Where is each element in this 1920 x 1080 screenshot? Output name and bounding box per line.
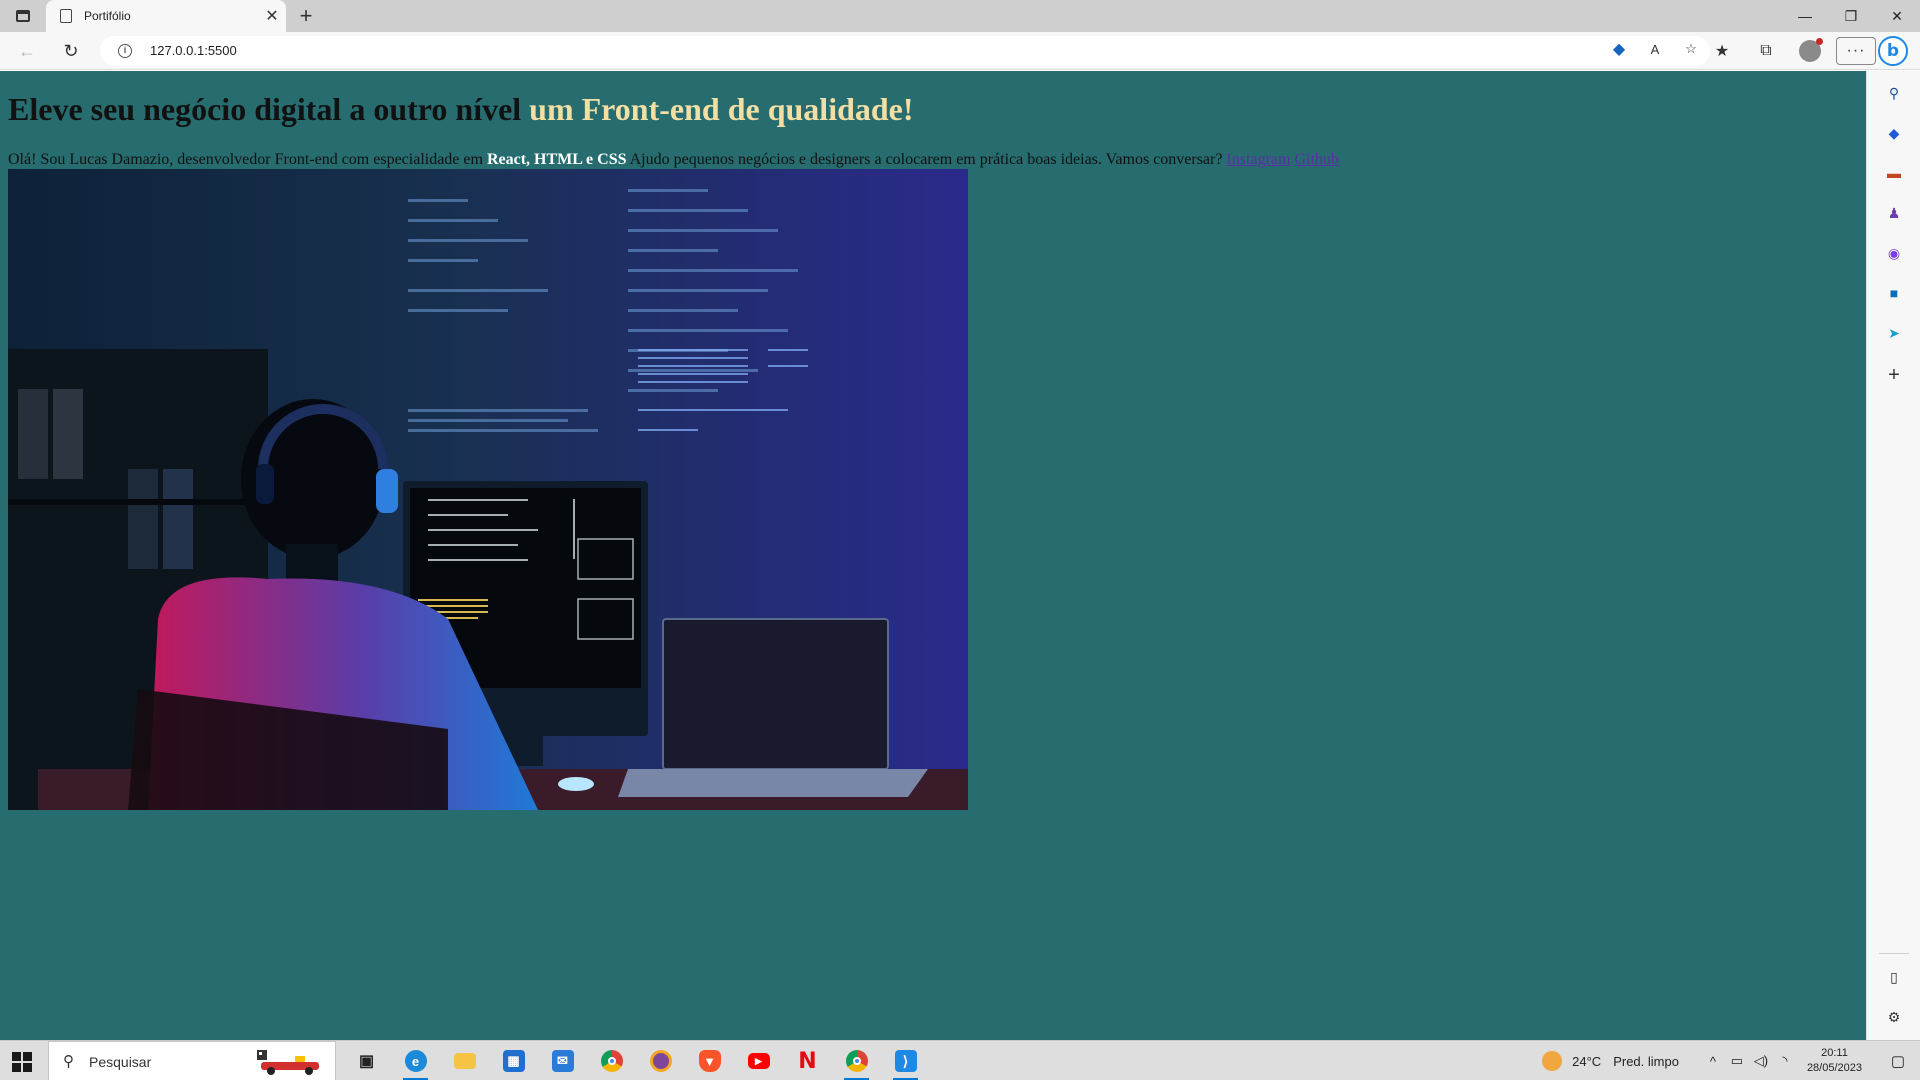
taskbar-search[interactable]: ⚲ Pesquisar xyxy=(48,1041,336,1080)
intro-skills: React, HTML e CSS xyxy=(486,151,627,168)
hero-image-developer xyxy=(8,169,968,810)
minimize-button[interactable]: — xyxy=(1782,0,1828,32)
toolbox-icon[interactable]: ▬ xyxy=(1884,163,1904,183)
wifi-icon[interactable]: ◝ xyxy=(1773,1053,1797,1069)
intro-text-start: Olá! Sou Lucas Damazio, desenvolvedor Fr… xyxy=(8,151,483,168)
intro-paragraph: Olá! Sou Lucas Damazio, desenvolvedor Fr… xyxy=(8,151,1339,169)
volume-icon[interactable]: ◁) xyxy=(1749,1053,1773,1069)
github-link[interactable]: Github xyxy=(1294,151,1338,168)
outlook-icon[interactable]: ■ xyxy=(1884,283,1904,303)
headline-accent: um Front-end de qualidade! xyxy=(529,91,914,127)
start-button[interactable] xyxy=(12,1052,32,1072)
file-explorer-icon[interactable] xyxy=(440,1041,489,1080)
profile-button[interactable] xyxy=(1788,37,1832,65)
add-favorite-icon[interactable]: ☆ xyxy=(1682,40,1700,58)
instagram-link[interactable]: Instagram xyxy=(1226,151,1290,168)
clock-time: 20:11 xyxy=(1821,1047,1848,1059)
search-icon: ⚲ xyxy=(63,1053,74,1070)
brave-icon[interactable]: ▼ xyxy=(685,1041,734,1080)
chevron-up-icon[interactable]: ^ xyxy=(1701,1054,1725,1069)
info-icon[interactable]: i xyxy=(118,44,132,58)
address-bar[interactable]: i 127.0.0.1:5500 ◆ A ☆ xyxy=(100,36,1710,66)
bing-chat-icon[interactable]: b xyxy=(1878,36,1908,66)
new-tab-button[interactable]: + xyxy=(292,2,320,30)
store-icon[interactable]: ▦ xyxy=(489,1041,538,1080)
edge-icon[interactable]: e xyxy=(391,1041,440,1080)
send-icon[interactable]: ➤ xyxy=(1884,323,1904,343)
weather-widget[interactable]: 24°C Pred. limpo xyxy=(1542,1051,1679,1071)
tab-actions-icon xyxy=(16,10,30,22)
refresh-button[interactable]: ↻ xyxy=(56,37,86,65)
tab-actions-button[interactable] xyxy=(10,4,36,28)
tor-icon[interactable] xyxy=(636,1041,685,1080)
settings-icon[interactable]: ⚙ xyxy=(1884,1007,1904,1027)
headline-main: Eleve seu negócio digital a outro nível xyxy=(8,91,522,127)
intro-text-end: Ajudo pequenos negócios e designers a co… xyxy=(629,151,1223,168)
page-headline: Eleve seu negócio digital a outro nível … xyxy=(8,91,914,128)
meet-now-icon[interactable]: ▭ xyxy=(1725,1053,1749,1069)
browser-tabstrip: Portifólio ✕ + — ❐ ✕ xyxy=(0,0,1920,32)
weather-moon-icon xyxy=(1542,1051,1563,1071)
games-icon[interactable]: ♟ xyxy=(1884,203,1904,223)
edge-sidebar: ⚲ ◆ ▬ ♟ ◉ ■ ➤ + ▯ ⚙ xyxy=(1866,71,1920,1040)
page-icon xyxy=(60,9,72,23)
browser-toolbar: ← ↻ i 127.0.0.1:5500 ◆ A ☆ ★ ⧉ ··· xyxy=(0,32,1920,70)
search-doodle-icon xyxy=(257,1050,319,1075)
shopping-tag-icon[interactable]: ◆ xyxy=(1610,40,1628,58)
window-controls: — ❐ ✕ xyxy=(1782,0,1920,32)
close-window-button[interactable]: ✕ xyxy=(1874,0,1920,32)
tag-icon[interactable]: ◆ xyxy=(1884,123,1904,143)
system-tray: 24°C Pred. limpo ^ ▭ ◁) ◝ 20:11 28/05/20… xyxy=(1542,1041,1920,1080)
weather-description: Pred. limpo xyxy=(1613,1053,1679,1069)
task-view-icon[interactable]: ▣ xyxy=(342,1041,391,1080)
read-aloud-icon[interactable]: A xyxy=(1646,40,1664,58)
more-options-button[interactable]: ··· xyxy=(1836,37,1876,65)
tab-title: Portifólio xyxy=(84,9,131,23)
vscode-icon[interactable]: ⟩ xyxy=(881,1041,930,1080)
close-tab-icon[interactable]: ✕ xyxy=(258,6,286,26)
system-clock[interactable]: 20:11 28/05/2023 xyxy=(1807,1046,1862,1076)
page-viewport: Eleve seu negócio digital a outro nível … xyxy=(0,71,1866,1040)
favorites-icon[interactable]: ★ xyxy=(1700,37,1744,65)
weather-temperature: 24°C xyxy=(1572,1053,1602,1069)
avatar xyxy=(1799,38,1823,62)
search-icon[interactable]: ⚲ xyxy=(1884,83,1904,103)
search-placeholder: Pesquisar xyxy=(89,1054,152,1070)
restore-button[interactable]: ❐ xyxy=(1828,0,1874,32)
split-panel-icon[interactable]: ▯ xyxy=(1884,967,1904,987)
chrome-icon[interactable] xyxy=(587,1041,636,1080)
youtube-icon[interactable]: ▶ xyxy=(734,1041,783,1080)
sidebar-divider xyxy=(1879,953,1909,954)
add-icon[interactable]: + xyxy=(1884,364,1904,386)
netflix-icon[interactable]: N xyxy=(783,1041,832,1080)
back-button[interactable]: ← xyxy=(12,37,42,65)
collections-icon[interactable]: ⧉ xyxy=(1744,37,1788,65)
browser-tab[interactable]: Portifólio ✕ xyxy=(46,0,286,32)
url-text[interactable]: 127.0.0.1:5500 xyxy=(150,43,237,58)
clock-date: 28/05/2023 xyxy=(1806,1062,1862,1074)
office-icon[interactable]: ◉ xyxy=(1884,243,1904,263)
mail-icon[interactable]: ✉ xyxy=(538,1041,587,1080)
chrome-profile-icon[interactable] xyxy=(832,1041,881,1080)
notifications-icon[interactable]: ▢ xyxy=(1876,1041,1920,1080)
windows-taskbar: ⚲ Pesquisar ▣ e ▦ ✉ ▼ ▶ N ⟩ 24°C Pred. l… xyxy=(0,1040,1920,1080)
